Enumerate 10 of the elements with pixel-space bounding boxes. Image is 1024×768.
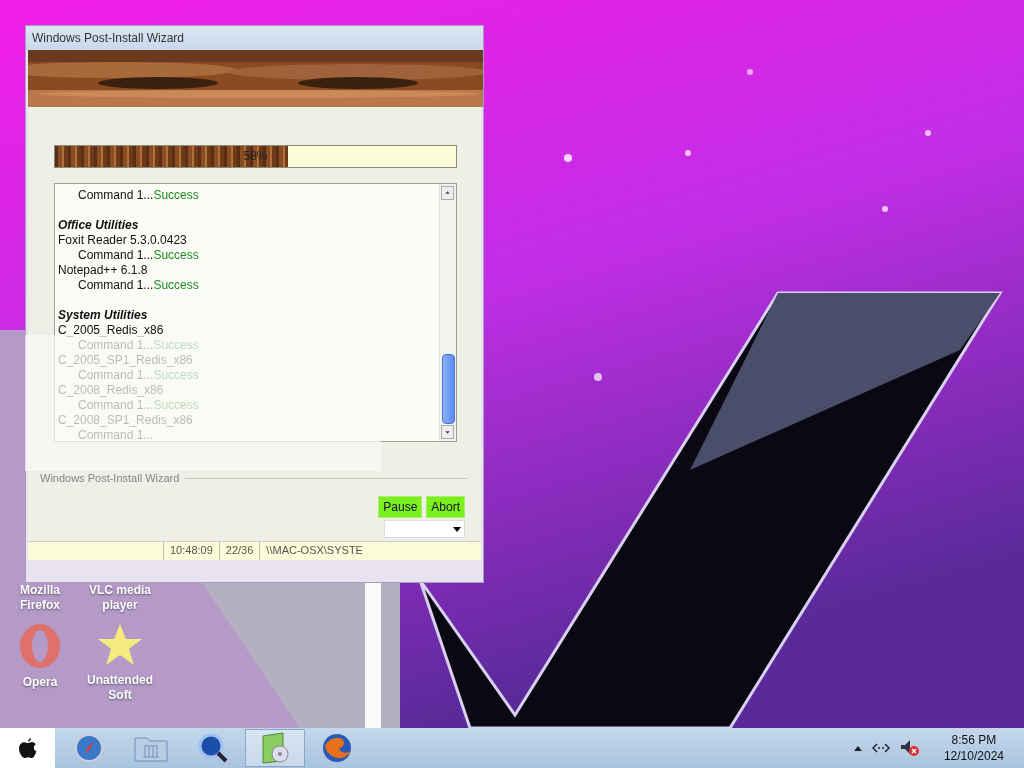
speaker-muted-icon[interactable] [899, 739, 920, 757]
compass-icon[interactable] [75, 734, 103, 762]
box-disc-icon[interactable] [260, 732, 290, 764]
clock-time[interactable]: 8:56 PM [951, 732, 997, 748]
magnifier-icon[interactable] [198, 733, 228, 763]
caret-up-icon[interactable] [853, 745, 862, 751]
network-icon[interactable] [871, 743, 890, 753]
clock-date[interactable]: 12/10/2024 [943, 748, 1004, 764]
apple-logo-icon[interactable] [18, 738, 37, 758]
fox-globe-icon[interactable] [321, 732, 353, 764]
